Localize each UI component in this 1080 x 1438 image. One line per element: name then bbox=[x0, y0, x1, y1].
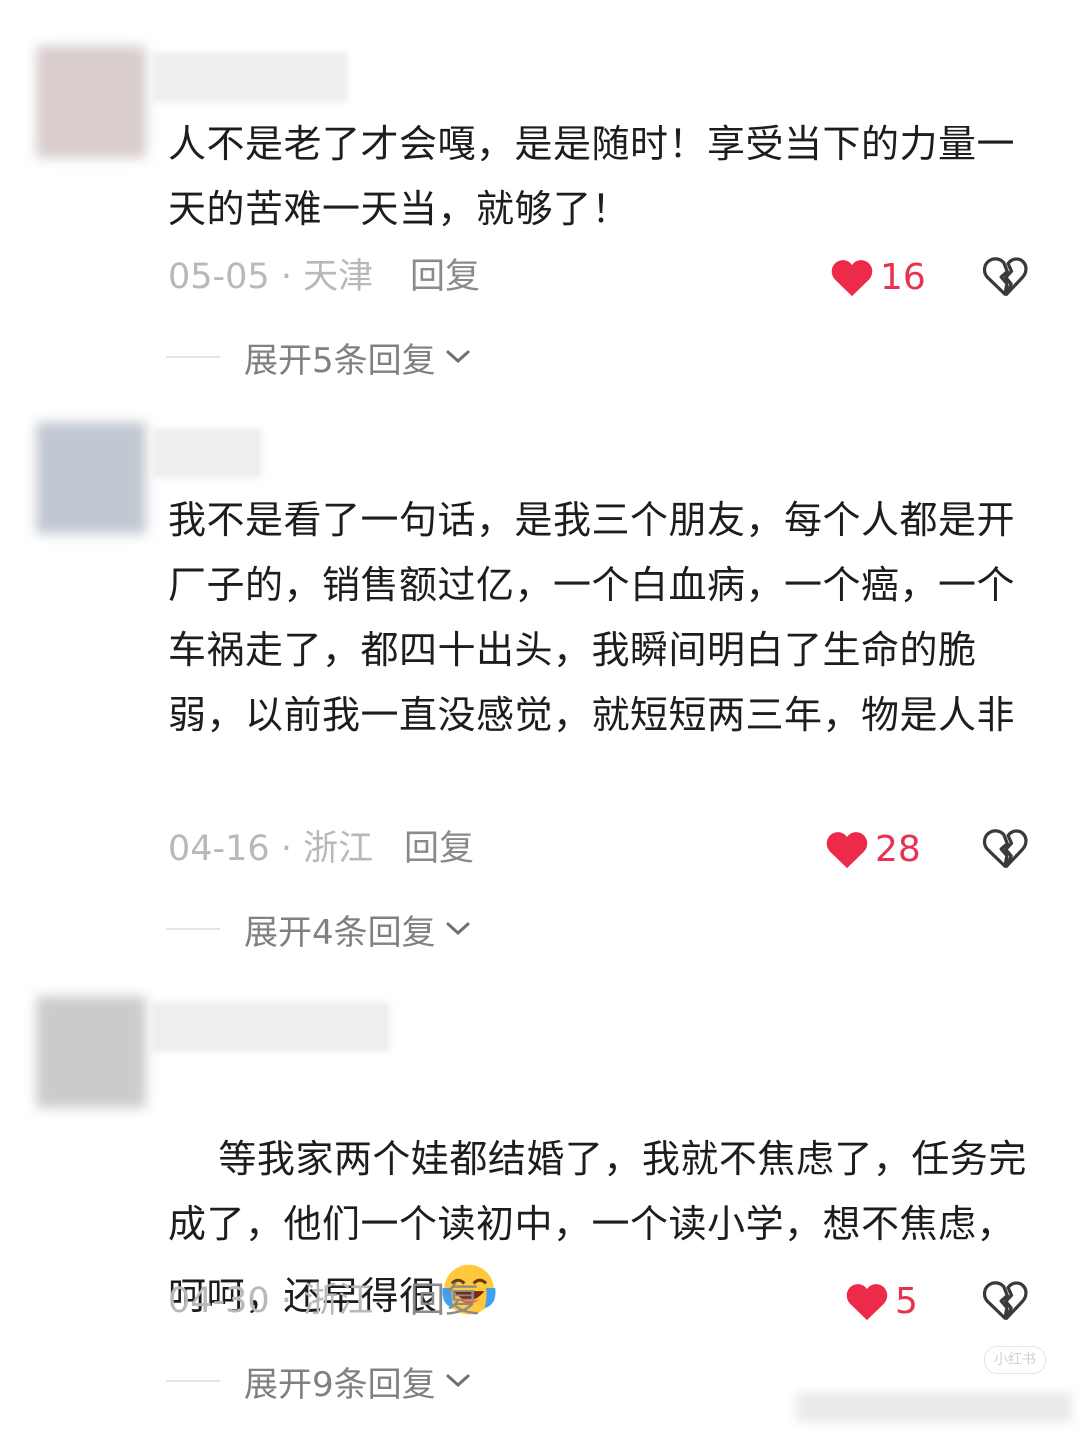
like-button[interactable]: 5 bbox=[845, 1276, 918, 1326]
reply-button[interactable]: 回复 bbox=[410, 1276, 480, 1326]
broken-heart-icon[interactable] bbox=[982, 826, 1028, 872]
broken-heart-icon[interactable] bbox=[982, 254, 1028, 300]
expand-replies-button[interactable]: 展开5条回复 bbox=[166, 332, 472, 382]
username-blurred[interactable] bbox=[152, 428, 262, 478]
like-button[interactable]: 28 bbox=[825, 824, 921, 874]
expand-replies-button[interactable]: 展开4条回复 bbox=[166, 904, 472, 954]
reply-button[interactable]: 回复 bbox=[410, 252, 480, 302]
comment-item: 我不是看了一句话，是我三个朋友，每个人都是开厂子的，销售额过亿，一个白血病，一个… bbox=[0, 422, 1080, 962]
chevron-down-icon bbox=[446, 922, 470, 936]
expand-replies-label: 展开9条回复 bbox=[244, 1364, 436, 1405]
comment-item: 人不是老了才会嘎，是是随时！享受当下的力量一天的苦难一天当，就够了！ 05-05… bbox=[0, 46, 1080, 386]
reply-button[interactable]: 回复 bbox=[404, 824, 474, 874]
broken-heart-icon[interactable] bbox=[982, 1278, 1028, 1324]
chevron-down-icon bbox=[446, 350, 470, 364]
avatar[interactable] bbox=[36, 422, 146, 534]
chevron-down-icon bbox=[446, 1374, 470, 1388]
expand-replies-button[interactable]: 展开9条回复 bbox=[166, 1356, 472, 1406]
blurred-footer-strip bbox=[796, 1392, 1072, 1422]
like-count: 16 bbox=[880, 256, 926, 298]
comment-date-location: 04-16 · 浙江 bbox=[168, 829, 374, 869]
comment-item: 等我家两个娃都结婚了，我就不焦虑了，任务完成了，他们一个读初中，一个读小学，想不… bbox=[0, 996, 1080, 1416]
comment-text: 人不是老了才会嘎，是是随时！享受当下的力量一天的苦难一天当，就够了！ bbox=[168, 122, 1016, 231]
heart-icon bbox=[831, 260, 873, 297]
like-count: 28 bbox=[875, 828, 921, 870]
divider-line bbox=[166, 1380, 220, 1382]
avatar[interactable] bbox=[36, 46, 146, 158]
comment-date-location: 05-05 · 天津 bbox=[168, 257, 374, 297]
username-blurred[interactable] bbox=[152, 52, 348, 102]
like-count: 5 bbox=[895, 1280, 918, 1322]
username-blurred[interactable] bbox=[150, 1002, 390, 1052]
heart-icon bbox=[846, 1284, 888, 1321]
heart-icon bbox=[826, 832, 868, 869]
expand-replies-label: 展开5条回复 bbox=[244, 340, 436, 381]
comment-text: 等我家两个娃都结婚了，我就不焦虑了，任务完成了，他们一个读初中，一个读小学，想不… bbox=[168, 1062, 1038, 1394]
like-button[interactable]: 16 bbox=[830, 252, 926, 302]
comment-date-location: 04-30 · 浙江 bbox=[168, 1281, 374, 1321]
divider-line bbox=[166, 356, 220, 358]
divider-line bbox=[166, 928, 220, 930]
comment-text: 我不是看了一句话，是我三个朋友，每个人都是开厂子的，销售额过亿，一个白血病，一个… bbox=[168, 498, 1016, 737]
expand-replies-label: 展开4条回复 bbox=[244, 912, 436, 953]
avatar[interactable] bbox=[36, 996, 146, 1108]
watermark-logo: 小红书 bbox=[984, 1346, 1046, 1374]
